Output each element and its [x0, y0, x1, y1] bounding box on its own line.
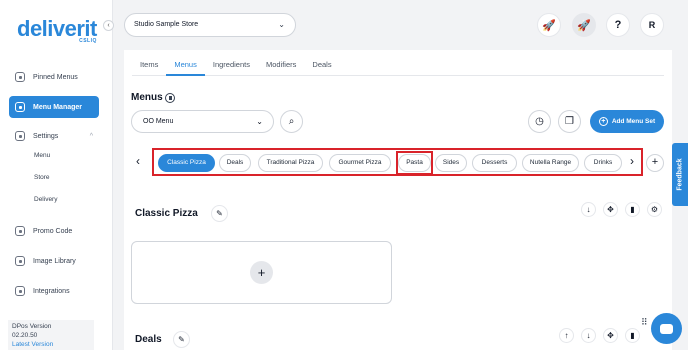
gear-icon[interactable]: ⚙ — [647, 202, 662, 217]
search-button[interactable]: ⌕ — [280, 110, 303, 133]
menus-title: Menus — [131, 92, 163, 103]
pin-icon[interactable] — [165, 93, 175, 103]
sidebar-item-label: Settings — [33, 132, 59, 140]
rocket-icon[interactable]: 🚀 — [537, 13, 561, 37]
clock-icon: ◷ — [535, 116, 544, 127]
chevron-right-icon[interactable]: › — [630, 154, 634, 168]
chevron-down-icon: ⌄ — [256, 117, 263, 126]
pasta-highlight-box — [396, 151, 433, 175]
chevron-down-icon: ⌄ — [278, 20, 285, 29]
copy-icon: ❐ — [565, 116, 574, 127]
edit-icon[interactable]: ✎ — [211, 205, 228, 222]
tab-menus[interactable]: Menus — [166, 50, 205, 76]
category-chip-traditional-pizza[interactable]: Traditional Pizza — [258, 154, 323, 172]
category-chip-desserts[interactable]: Desserts — [472, 154, 517, 172]
main-panel: Items Menus Ingredients Modifiers Deals … — [124, 50, 672, 350]
sidebar-item-settings[interactable]: Settings ^ — [9, 125, 99, 147]
sidebar-subitem-store[interactable]: Store — [34, 174, 50, 181]
drag-handle-icon[interactable]: ⠿ — [641, 318, 648, 327]
sidebar-subitem-delivery[interactable]: Delivery — [34, 196, 57, 203]
sidebar-item-menu-manager[interactable]: Menu Manager — [9, 96, 99, 118]
sidebar-subitem-menu[interactable]: Menu — [34, 152, 50, 159]
rocket-disabled-icon[interactable]: 🚀 — [572, 13, 596, 37]
tab-ingredients[interactable]: Ingredients — [205, 50, 258, 76]
menu-icon — [15, 102, 25, 112]
chevron-up-icon: ^ — [89, 132, 93, 140]
add-menu-set-label: Add Menu Set — [611, 118, 656, 125]
sidebar-item-integrations[interactable]: Integrations — [9, 280, 99, 302]
category-chip-drinks[interactable]: Drinks — [584, 154, 622, 172]
section-title-deals: Deals — [135, 334, 162, 345]
help-icon[interactable]: ? — [606, 13, 630, 37]
tab-items[interactable]: Items — [132, 50, 166, 76]
sidebar-item-label: Pinned Menus — [33, 73, 78, 81]
plus-circle-icon: + — [598, 117, 608, 126]
sidebar: deliverit CSLIQ ‹ Pinned Menus Menu Mana… — [0, 0, 114, 350]
section-title-classic-pizza: Classic Pizza — [135, 208, 198, 219]
promo-icon — [15, 226, 25, 236]
add-item-card[interactable]: + — [131, 241, 392, 304]
latest-version-link[interactable]: Latest Version — [12, 341, 90, 348]
feedback-tab[interactable]: Feedback — [672, 143, 688, 206]
gear-icon — [15, 131, 25, 141]
version-box: DPos Version 02.20.50 Latest Version — [8, 320, 94, 350]
add-menu-set-button[interactable]: + Add Menu Set — [590, 110, 664, 133]
tab-modifiers[interactable]: Modifiers — [258, 50, 304, 76]
feedback-label: Feedback — [676, 158, 684, 191]
chevron-left-icon[interactable]: ‹ — [136, 154, 140, 168]
move-icon[interactable]: ✥ — [603, 202, 618, 217]
sidebar-item-label: Integrations — [33, 287, 70, 295]
category-chip-gourmet-pizza[interactable]: Gourmet Pizza — [329, 154, 391, 172]
store-select-value: Studio Sample Store — [134, 21, 199, 28]
sidebar-item-promo-code[interactable]: Promo Code — [9, 220, 99, 242]
chat-icon — [660, 323, 673, 334]
edit-icon[interactable]: ✎ — [173, 331, 190, 348]
sidebar-item-pinned-menus[interactable]: Pinned Menus — [9, 66, 99, 88]
version-number: 02.20.50 — [12, 332, 38, 339]
trash-icon[interactable]: ▮ — [625, 202, 640, 217]
pin-icon — [15, 72, 25, 82]
tab-bar: Items Menus Ingredients Modifiers Deals — [132, 50, 664, 76]
menu-select[interactable]: OO Menu ⌄ — [131, 110, 274, 133]
logo[interactable]: deliverit CSLIQ — [17, 16, 97, 44]
logo-sub-text: CSLIQ — [79, 38, 97, 44]
integrations-icon — [15, 286, 25, 296]
add-item-button[interactable]: + — [250, 261, 273, 284]
sidebar-item-image-library[interactable]: Image Library — [9, 250, 99, 272]
menu-select-value: OO Menu — [143, 118, 174, 125]
schedule-button[interactable]: ◷ — [528, 110, 551, 133]
trash-icon[interactable]: ▮ — [625, 328, 640, 343]
store-select[interactable]: Studio Sample Store ⌄ — [124, 13, 296, 37]
arrow-down-icon[interactable]: ↓ — [581, 328, 596, 343]
version-label: DPos Version — [12, 323, 52, 330]
move-icon[interactable]: ✥ — [603, 328, 618, 343]
tab-deals[interactable]: Deals — [304, 50, 339, 76]
sidebar-item-label: Promo Code — [33, 227, 73, 235]
category-chip-classic-pizza[interactable]: Classic Pizza — [158, 154, 215, 172]
sidebar-item-label: Image Library — [33, 257, 76, 265]
category-chip-sides[interactable]: Sides — [435, 154, 467, 172]
copy-button[interactable]: ❐ — [558, 110, 581, 133]
arrow-down-icon[interactable]: ↓ — [581, 202, 596, 217]
image-icon — [15, 256, 25, 266]
search-icon: ⌕ — [288, 116, 295, 127]
chat-button[interactable] — [651, 313, 682, 344]
sidebar-item-label: Menu Manager — [33, 103, 83, 111]
add-category-button[interactable]: + — [646, 154, 664, 172]
avatar[interactable]: R — [640, 13, 664, 37]
category-chip-deals[interactable]: Deals — [219, 154, 251, 172]
category-chip-nutella-range[interactable]: Nutella Range — [522, 154, 579, 172]
arrow-up-icon[interactable]: ↑ — [559, 328, 574, 343]
collapse-sidebar-button[interactable]: ‹ — [103, 20, 114, 31]
